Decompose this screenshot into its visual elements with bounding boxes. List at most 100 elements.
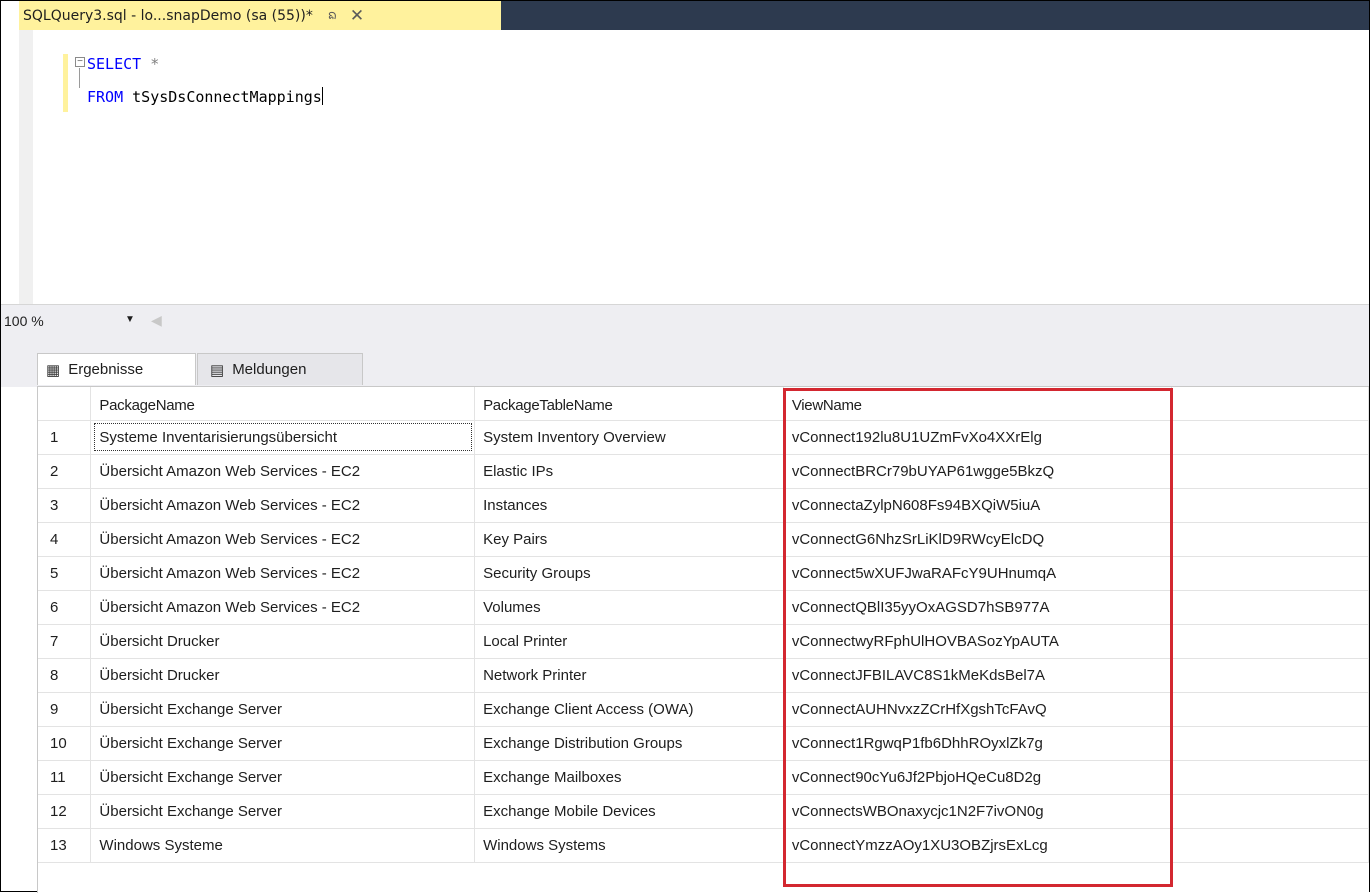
view-name-cell[interactable]: vConnectwyRFphUlHOVBASozYpAUTA: [783, 624, 1172, 659]
query-document-tab[interactable]: SQLQuery3.sql - lo...snapDemo (sa (55))*…: [1, 1, 501, 30]
code-line-2[interactable]: FROM tSysDsConnectMappings: [87, 87, 323, 106]
package-name-cell[interactable]: Übersicht Amazon Web Services - EC2: [90, 556, 476, 591]
row-number[interactable]: 11: [38, 760, 92, 795]
view-name-cell[interactable]: vConnect192lu8U1UZmFvXo4XXrElg: [783, 420, 1172, 455]
results-grid[interactable]: PackageName PackageTableName ViewName 1S…: [37, 386, 1369, 893]
package-name-cell[interactable]: Systeme Inventarisierungsübersicht: [90, 420, 476, 455]
package-table-name-cell[interactable]: Local Printer: [474, 624, 784, 659]
package-table-name-cell[interactable]: Elastic IPs: [474, 454, 784, 489]
zoom-level[interactable]: 100 %: [4, 313, 44, 329]
row-number[interactable]: 5: [38, 556, 92, 591]
table-row[interactable]: 12 Übersicht Exchange Server Exchange Mobi…: [38, 794, 1369, 829]
view-name-cell[interactable]: vConnect5wXUFJwaRAFcY9UHnumqA: [783, 556, 1172, 591]
package-table-name-cell[interactable]: Network Printer: [474, 658, 784, 693]
row-number[interactable]: 7: [38, 624, 92, 659]
package-name-cell[interactable]: Übersicht Amazon Web Services - EC2: [90, 454, 476, 489]
package-name-cell[interactable]: Übersicht Exchange Server: [90, 794, 476, 829]
row-number[interactable]: 9: [38, 692, 92, 727]
view-name-cell[interactable]: vConnectAUHNvxzZCrHfXgshTcFAvQ: [783, 692, 1172, 727]
view-name-cell[interactable]: vConnectaZylpN608Fs94BXQiW5iuA: [783, 488, 1172, 523]
row-number[interactable]: 2: [38, 454, 92, 489]
text-caret: [321, 87, 323, 105]
empty-cell: [1171, 658, 1369, 693]
empty-column-header: [1171, 387, 1369, 421]
collapse-icon[interactable]: −: [75, 57, 85, 67]
row-number[interactable]: 13: [38, 828, 92, 863]
package-table-name-cell[interactable]: Exchange Mailboxes: [474, 760, 784, 795]
package-name-cell[interactable]: Übersicht Exchange Server: [90, 760, 476, 795]
package-name-cell[interactable]: Übersicht Amazon Web Services - EC2: [90, 488, 476, 523]
table-row[interactable]: 1 Systeme Inventarisierungsübersicht Syste…: [38, 420, 1369, 455]
row-number[interactable]: 10: [38, 726, 92, 761]
view-name-cell[interactable]: vConnectBRCr79bUYAP61wgge5BkzQ: [783, 454, 1172, 489]
package-table-name-cell[interactable]: Security Groups: [474, 556, 784, 591]
package-name-cell[interactable]: Übersicht Drucker: [90, 624, 476, 659]
row-number[interactable]: 6: [38, 590, 92, 625]
result-tabs: ▦ Ergebnisse ▤ Meldungen: [1, 339, 1369, 387]
view-name-cell[interactable]: vConnect1RgwqP1fb6DhhROyxlZk7g: [783, 726, 1172, 761]
close-icon[interactable]: ✕: [350, 6, 364, 26]
scroll-left-icon[interactable]: ◀: [151, 312, 162, 329]
package-name-cell[interactable]: Übersicht Amazon Web Services - EC2: [90, 590, 476, 625]
view-name-cell[interactable]: vConnectG6NhzSrLiKlD9RWcyElcDQ: [783, 522, 1172, 557]
package-name-cell[interactable]: Übersicht Exchange Server: [90, 692, 476, 727]
row-number[interactable]: 8: [38, 658, 92, 693]
query-tab-title: SQLQuery3.sql - lo...snapDemo (sa (55))*: [23, 7, 313, 24]
package-name-cell[interactable]: Übersicht Amazon Web Services - EC2: [90, 522, 476, 557]
empty-cell: [1171, 828, 1369, 863]
package-table-name-cell[interactable]: Key Pairs: [474, 522, 784, 557]
change-tracking-bar: [63, 54, 68, 112]
row-number[interactable]: 3: [38, 488, 92, 523]
package-table-name-cell[interactable]: Exchange Client Access (OWA): [474, 692, 784, 727]
table-row[interactable]: 3 Übersicht Amazon Web Services - EC2 Inst…: [38, 488, 1369, 523]
zoom-dropdown-icon[interactable]: ▼: [125, 314, 135, 325]
column-header[interactable]: PackageName: [90, 387, 476, 421]
package-name-cell[interactable]: Windows Systeme: [90, 828, 476, 863]
view-name-cell[interactable]: vConnectQBlI35yyOxAGSD7hSB977A: [783, 590, 1172, 625]
table-identifier: tSysDsConnectMappings: [123, 88, 322, 106]
empty-cell: [1171, 488, 1369, 523]
package-table-name-cell[interactable]: Instances: [474, 488, 784, 523]
pin-icon[interactable]: ᨦ: [328, 5, 337, 26]
package-table-name-cell[interactable]: Exchange Mobile Devices: [474, 794, 784, 829]
view-name-cell[interactable]: vConnect90cYu6Jf2PbjoHQeCu8D2g: [783, 760, 1172, 795]
package-table-name-cell[interactable]: Volumes: [474, 590, 784, 625]
table-row[interactable]: 7 Übersicht Drucker Local Printer vConnectw…: [38, 624, 1369, 659]
table-row[interactable]: 4 Übersicht Amazon Web Services - EC2 Key …: [38, 522, 1369, 557]
row-number-header[interactable]: [38, 387, 92, 421]
table-row[interactable]: 11 Übersicht Exchange Server Exchange Mail…: [38, 760, 1369, 795]
empty-cell: [1171, 454, 1369, 489]
column-header[interactable]: ViewName: [783, 387, 1172, 421]
editor-gutter: [19, 30, 33, 304]
zoom-bar: 100 % ▼ ◀: [1, 304, 1369, 339]
asterisk-operator: *: [141, 55, 160, 73]
row-number[interactable]: 12: [38, 794, 92, 829]
row-number[interactable]: 4: [38, 522, 92, 557]
view-name-cell[interactable]: vConnectJFBILAVC8S1kMeKdsBel7A: [783, 658, 1172, 693]
grid-body: 1 Systeme Inventarisierungsübersicht Syste…: [38, 420, 1369, 863]
package-table-name-cell[interactable]: Windows Systems: [474, 828, 784, 863]
code-line-1[interactable]: SELECT *: [87, 55, 159, 73]
table-row[interactable]: 5 Übersicht Amazon Web Services - EC2 Secu…: [38, 556, 1369, 591]
tab-results[interactable]: ▦ Ergebnisse: [37, 353, 196, 385]
package-name-cell[interactable]: Übersicht Exchange Server: [90, 726, 476, 761]
table-row[interactable]: 10 Übersicht Exchange Server Exchange Dist…: [38, 726, 1369, 761]
tab-messages[interactable]: ▤ Meldungen: [197, 353, 363, 385]
package-table-name-cell[interactable]: System Inventory Overview: [474, 420, 784, 455]
column-header[interactable]: PackageTableName: [474, 387, 784, 421]
document-tab-strip: SQLQuery3.sql - lo...snapDemo (sa (55))*…: [1, 1, 1369, 30]
table-row[interactable]: 6 Übersicht Amazon Web Services - EC2 Volu…: [38, 590, 1369, 625]
query-editor[interactable]: − SELECT * FROM tSysDsConnectMappings: [1, 30, 1369, 304]
row-number[interactable]: 1: [38, 420, 92, 455]
view-name-cell[interactable]: vConnectsWBOnaxycjc1N2F7ivON0g: [783, 794, 1172, 829]
package-name-cell[interactable]: Übersicht Drucker: [90, 658, 476, 693]
view-name-cell[interactable]: vConnectYmzzAOy1XU3OBZjrsExLcg: [783, 828, 1172, 863]
table-row[interactable]: 9 Übersicht Exchange Server Exchange Clien…: [38, 692, 1369, 727]
table-row[interactable]: 2 Übersicht Amazon Web Services - EC2 Elas…: [38, 454, 1369, 489]
table-row[interactable]: 13 Windows Systeme Windows Systems vConnect…: [38, 828, 1369, 863]
results-table: PackageName PackageTableName ViewName 1S…: [38, 387, 1369, 863]
table-row[interactable]: 8 Übersicht Drucker Network Printer vConnec…: [38, 658, 1369, 693]
package-table-name-cell[interactable]: Exchange Distribution Groups: [474, 726, 784, 761]
messages-icon: ▤: [210, 361, 225, 379]
empty-cell: [1171, 760, 1369, 795]
